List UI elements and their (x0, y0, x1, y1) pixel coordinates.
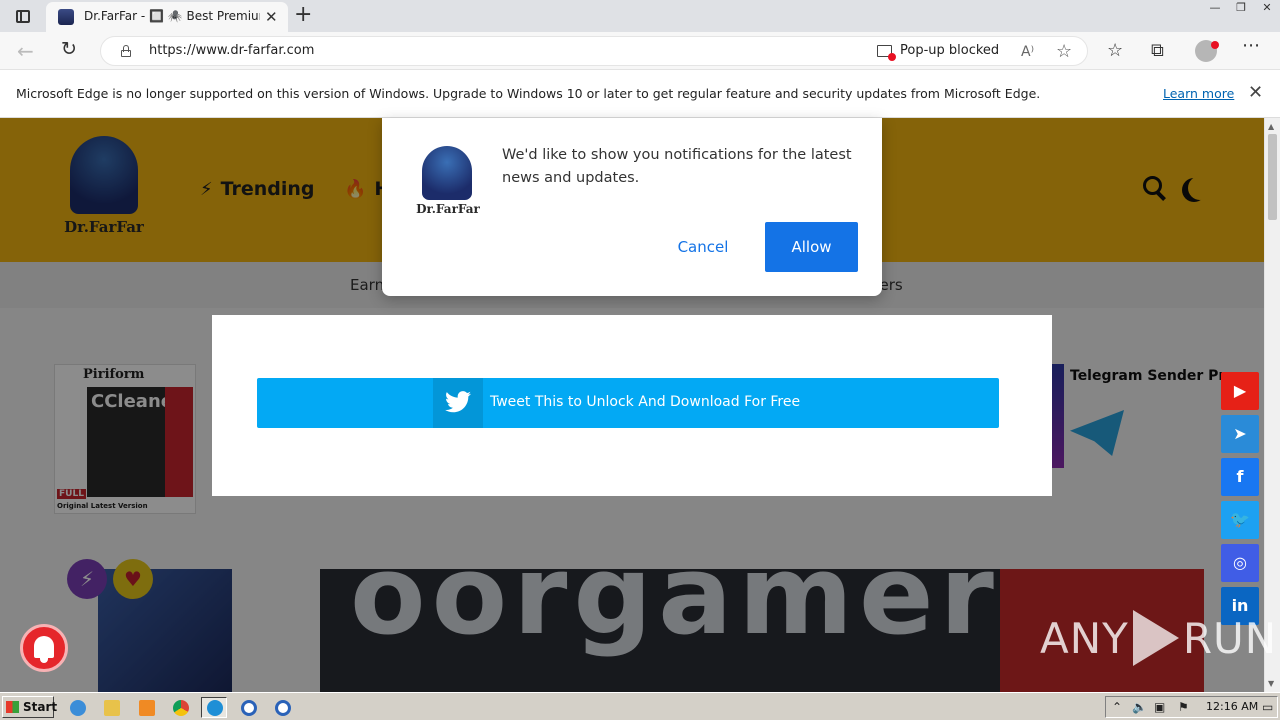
reload-icon[interactable]: ↻ (61, 38, 77, 60)
back-arrow-icon[interactable]: ← (17, 39, 34, 63)
infobar-close-icon[interactable]: ✕ (1248, 82, 1263, 103)
lock-icon[interactable] (121, 45, 131, 57)
prompt-logo: Dr.FarFar (410, 146, 486, 218)
popup-blocked-indicator[interactable]: Pop-up blocked (877, 43, 1000, 61)
tab-close-icon[interactable]: ✕ (265, 8, 278, 26)
twitter-bird-icon (433, 378, 483, 428)
taskbar-chrome-icon[interactable] (167, 697, 193, 718)
window-controls: — ❐ ✕ (1202, 0, 1280, 16)
popup-blocked-icon (877, 44, 896, 61)
prompt-message: We'd like to show you notifications for … (502, 147, 852, 186)
tweet-unlock-button[interactable]: Tweet This to Unlock And Download For Fr… (257, 378, 999, 428)
new-tab-button[interactable]: + (294, 2, 312, 27)
taskbar-app-icon-1[interactable] (235, 697, 261, 718)
twitter-icon[interactable]: 🐦 (1221, 501, 1259, 539)
show-desktop-icon[interactable]: ▭ (1262, 700, 1273, 714)
url-text[interactable]: https://www.dr-farfar.com (149, 43, 314, 58)
play-logo-icon (1132, 610, 1179, 666)
instagram-icon[interactable]: ◎ (1221, 544, 1259, 582)
allow-button[interactable]: Allow (765, 222, 858, 272)
telegram-icon[interactable]: ➤ (1221, 415, 1259, 453)
cancel-button[interactable]: Cancel (660, 222, 746, 272)
scroll-down-icon[interactable]: ▼ (1268, 679, 1274, 688)
scroll-up-icon[interactable]: ▲ (1268, 122, 1274, 131)
taskbar-explorer-icon[interactable] (98, 697, 124, 718)
infobar-message: Microsoft Edge is no longer supported on… (16, 86, 1041, 101)
collections-icon[interactable]: ⧉ (1151, 40, 1164, 61)
profile-avatar-icon[interactable] (1195, 40, 1219, 62)
active-tab[interactable]: Dr.FarFar - 🔲 🕷️ Best Premium Software ✕ (46, 2, 288, 32)
popup-blocked-label: Pop-up blocked (900, 43, 1000, 58)
social-share-bar: ▶ ➤ f 🐦 ◎ in (1221, 372, 1259, 630)
scroll-thumb[interactable] (1268, 134, 1277, 220)
read-aloud-icon[interactable]: A⁾ (1021, 44, 1034, 60)
tweet-unlock-modal: Tweet This to Unlock And Download For Fr… (212, 315, 1052, 496)
watermark-right: RUN (1182, 613, 1278, 663)
clock[interactable]: 12:16 AM (1206, 700, 1258, 713)
address-bar[interactable]: https://www.dr-farfar.com Pop-up blocked… (100, 36, 1088, 66)
tray-expand-icon[interactable]: ⌃ (1112, 700, 1122, 714)
taskbar-edge-icon[interactable] (201, 697, 227, 718)
notification-bell-button[interactable] (20, 624, 68, 672)
windows-taskbar: Start ⌃ 🔈 ▣ ⚑ 12:16 AM ▭ (0, 692, 1280, 720)
bell-icon (34, 636, 54, 658)
bell-clapper (40, 658, 48, 663)
notification-permission-prompt: Dr.FarFar We'd like to show you notifica… (382, 118, 882, 296)
system-tray: ⌃ 🔈 ▣ ⚑ 12:16 AM ▭ (1105, 696, 1278, 718)
address-toolbar: ← ↻ https://www.dr-farfar.com Pop-up blo… (0, 32, 1280, 70)
taskbar-media-icon[interactable] (133, 697, 159, 718)
volume-icon[interactable]: 🔈 (1132, 700, 1147, 714)
learn-more-link[interactable]: Learn more (1163, 86, 1234, 101)
tab-title: Dr.FarFar - 🔲 🕷️ Best Premium Software (84, 9, 260, 23)
tweet-unlock-label: Tweet This to Unlock And Download For Fr… (490, 394, 801, 410)
taskbar-app-icon-2[interactable] (269, 697, 295, 718)
close-window-button[interactable]: ✕ (1254, 0, 1280, 16)
site-favicon-icon (58, 9, 74, 25)
watermark-left: ANY (1040, 613, 1129, 663)
page-scrollbar[interactable]: ▲ ▼ (1264, 118, 1280, 692)
prompt-logo-text: Dr.FarFar (416, 202, 480, 216)
start-button[interactable]: Start (2, 696, 57, 718)
taskbar-ie-icon[interactable] (64, 697, 90, 718)
anyrun-watermark: ANY RUN (1040, 610, 1277, 666)
unsupported-windows-infobar: Microsoft Edge is no longer supported on… (0, 70, 1280, 118)
more-menu-icon[interactable]: ⋯ (1242, 35, 1261, 56)
tab-actions-icon[interactable] (10, 6, 36, 26)
tab-strip: Dr.FarFar - 🔲 🕷️ Best Premium Software ✕… (0, 0, 1280, 32)
add-favorite-icon[interactable]: ☆ (1056, 41, 1072, 62)
youtube-icon[interactable]: ▶ (1221, 372, 1259, 410)
reaper-logo-icon (422, 146, 472, 200)
favorites-icon[interactable]: ☆ (1107, 40, 1123, 61)
restore-button[interactable]: ❐ (1228, 0, 1254, 16)
network-icon[interactable]: ▣ (1154, 700, 1165, 714)
minimize-button[interactable]: — (1202, 0, 1228, 16)
facebook-icon[interactable]: f (1221, 458, 1259, 496)
flag-icon[interactable]: ⚑ (1178, 700, 1189, 714)
